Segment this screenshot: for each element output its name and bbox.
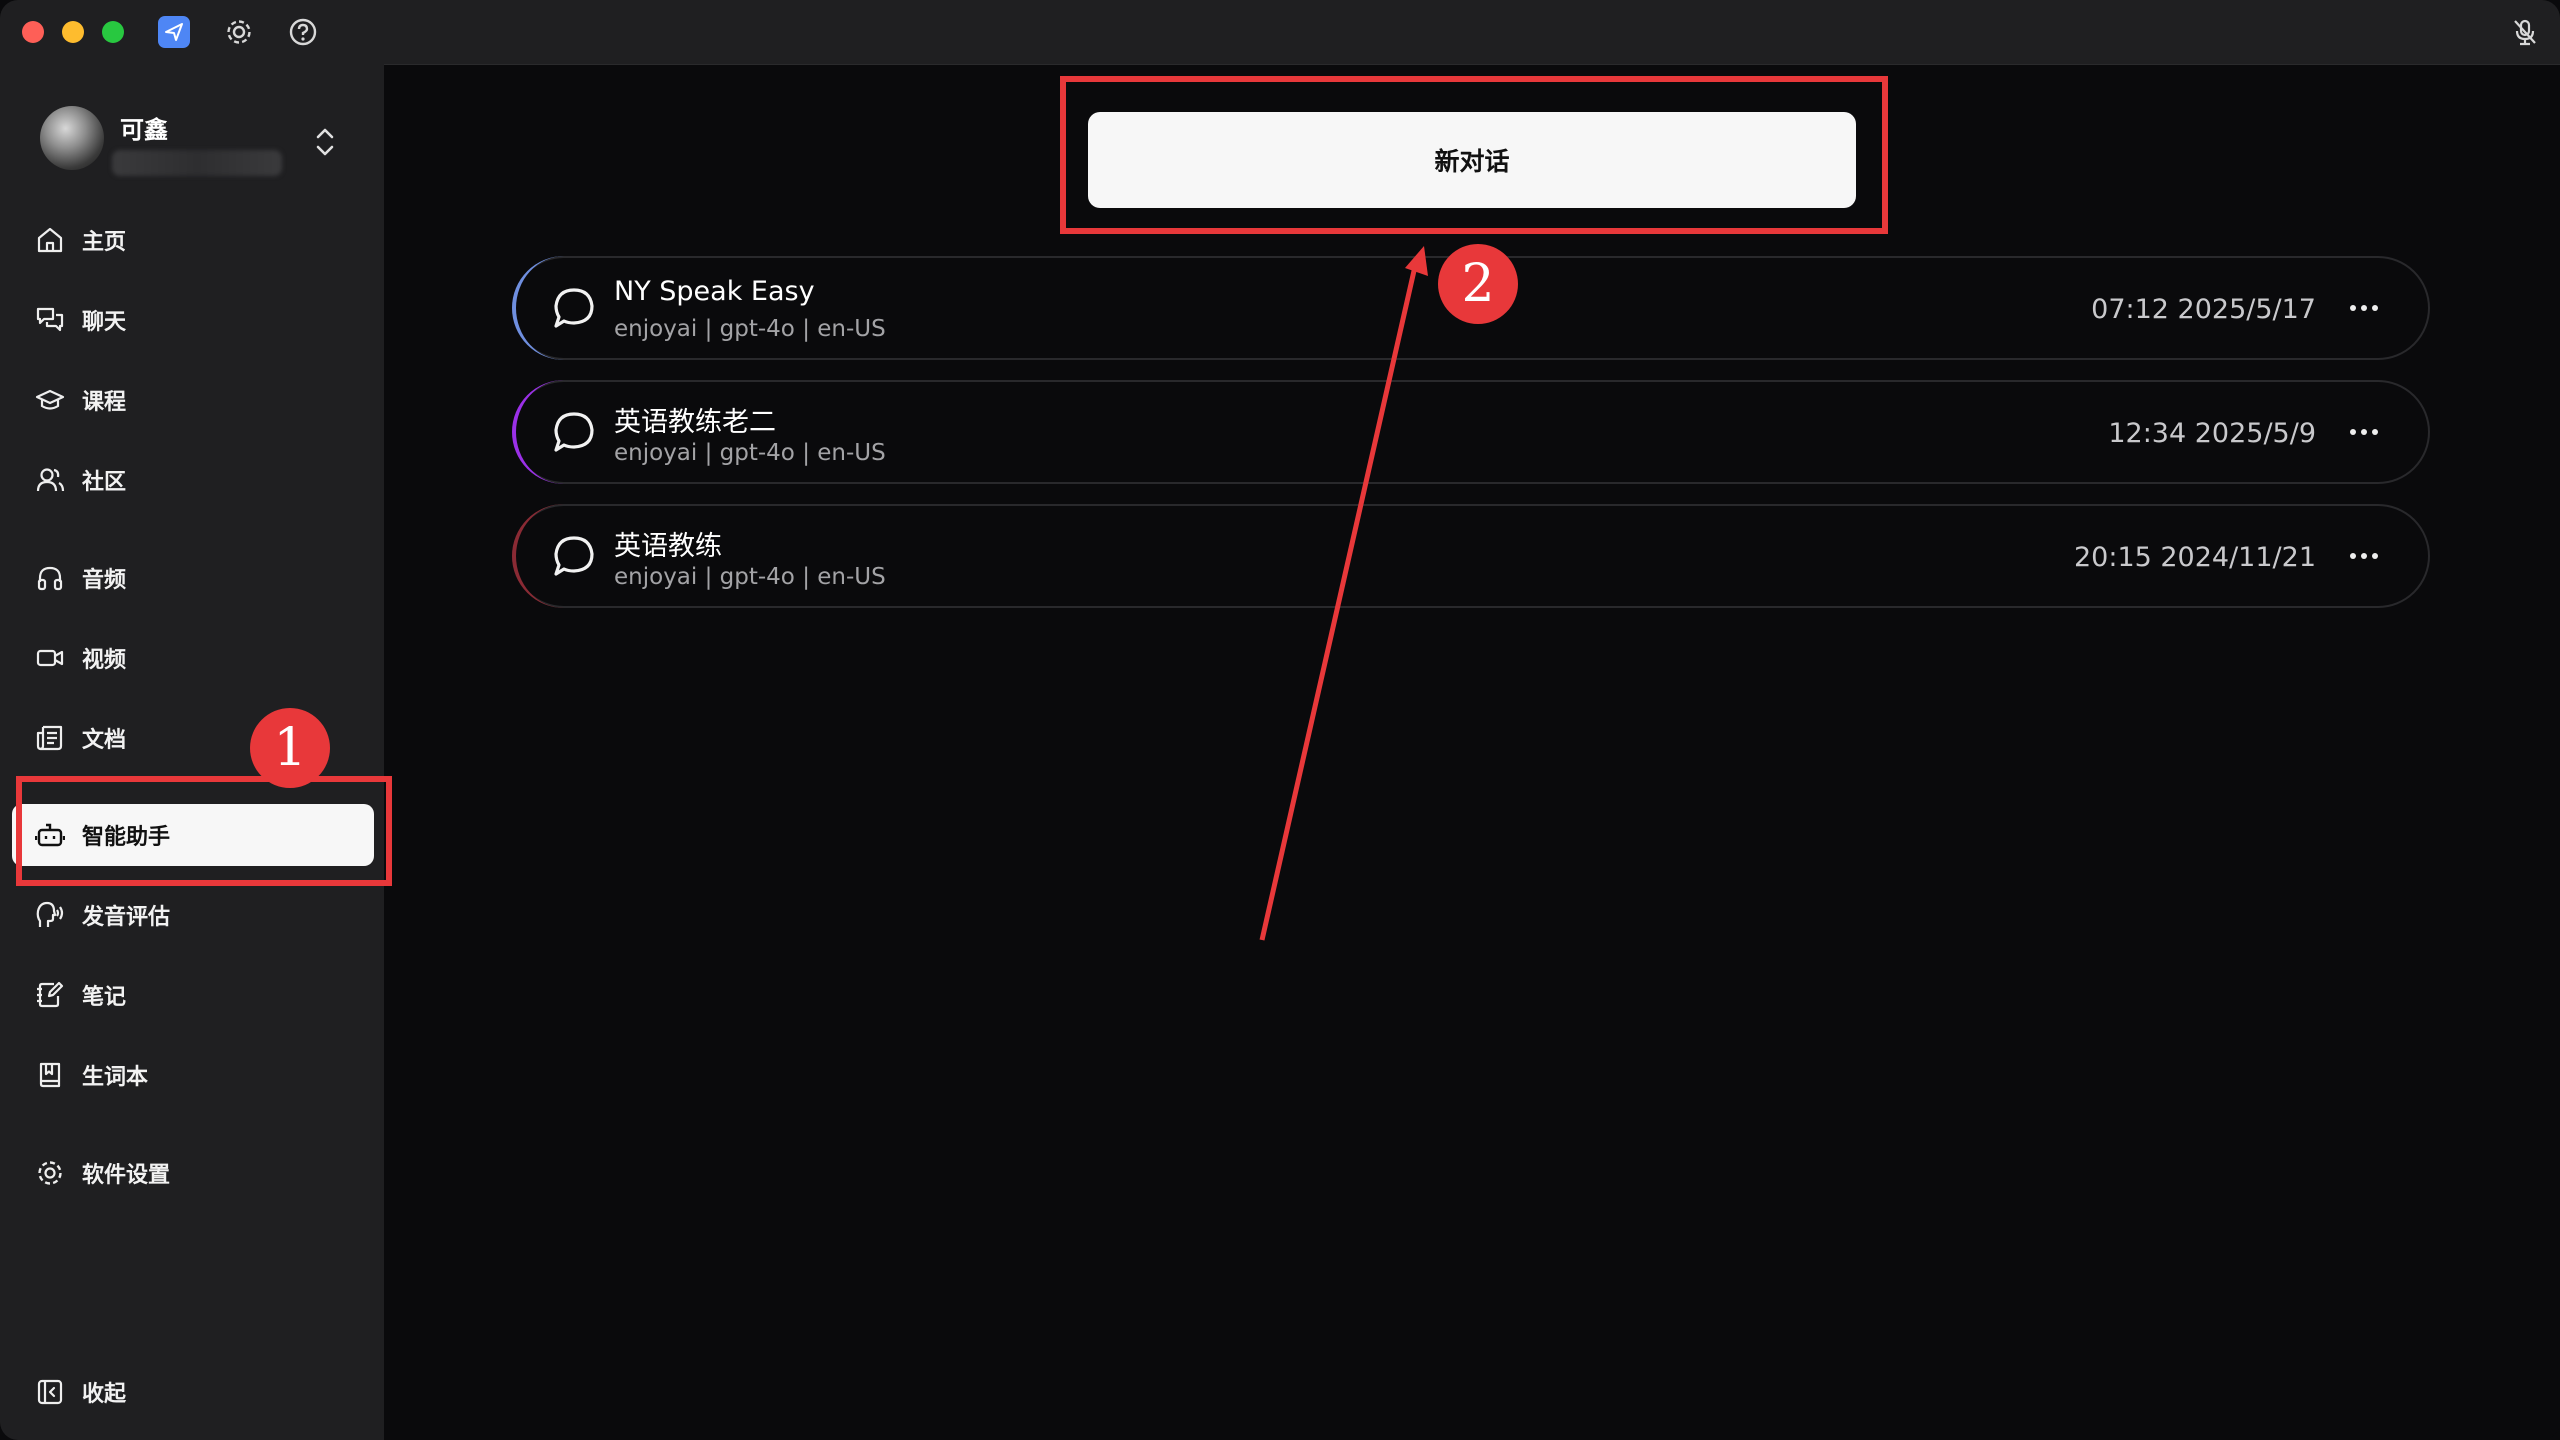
annotation-arrow bbox=[1259, 246, 1428, 941]
app-window: 可鑫 主页 聊天 课程 社区 音频 视频 文档 智能助手 发音评估 笔记 生词本… bbox=[0, 0, 2560, 1440]
